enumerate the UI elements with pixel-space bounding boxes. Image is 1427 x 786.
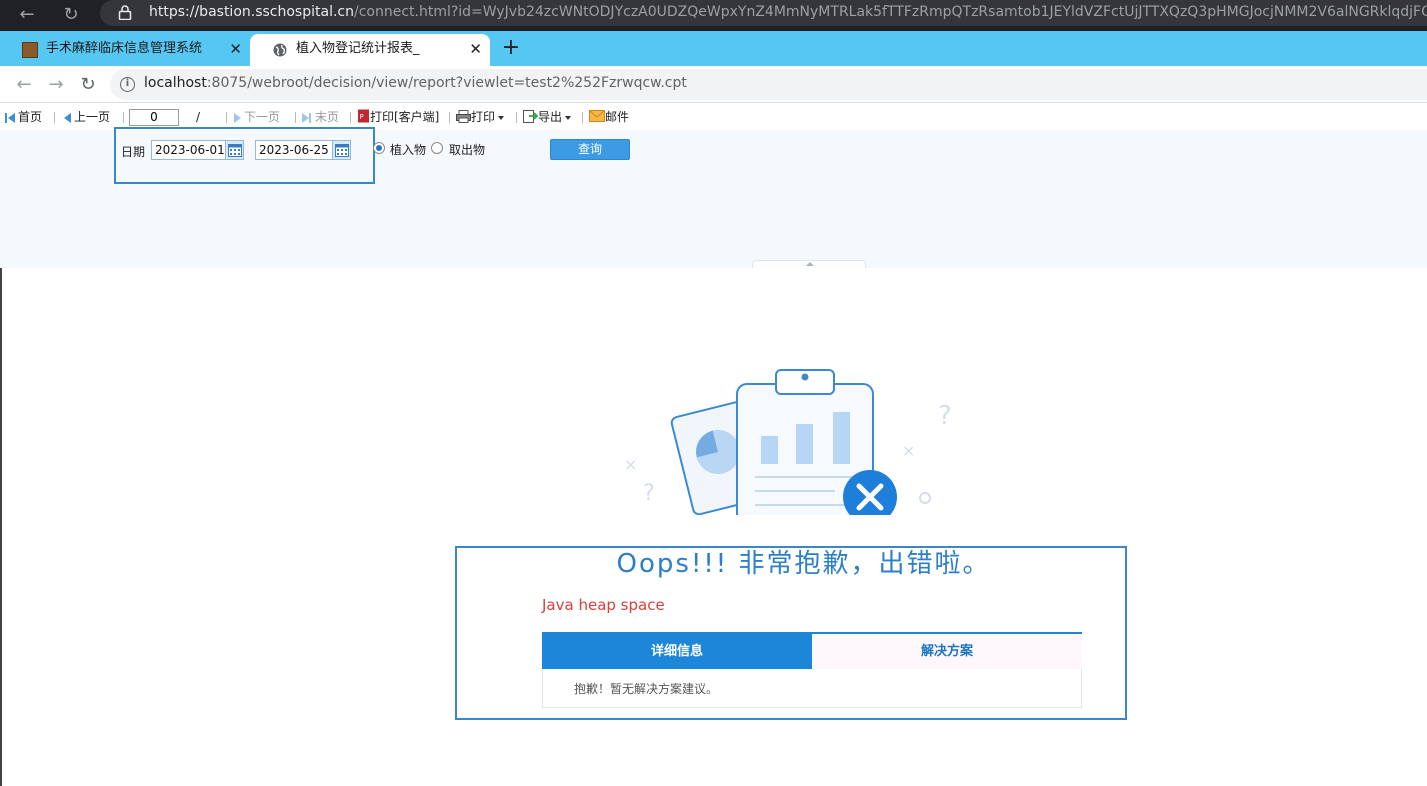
print-button[interactable]: 打印 bbox=[456, 109, 505, 125]
end-date-input[interactable]: 2023-06-25 bbox=[255, 140, 333, 160]
tab-close-icon[interactable]: ✕ bbox=[229, 34, 242, 64]
error-tabs: 详细信息 解决方案 bbox=[542, 632, 1082, 669]
mail-button[interactable]: 邮件 bbox=[589, 109, 629, 125]
calendar-icon bbox=[335, 144, 349, 157]
toolbar-divider bbox=[449, 112, 450, 123]
outer-back-icon[interactable]: ← bbox=[14, 2, 40, 28]
lock-icon bbox=[118, 5, 132, 20]
last-page-icon bbox=[302, 112, 309, 123]
radio-remove-label: 取出物 bbox=[449, 143, 486, 157]
chevron-down-icon bbox=[498, 115, 505, 120]
page-total-separator: / bbox=[196, 110, 201, 124]
toolbar-divider bbox=[516, 112, 517, 123]
radio-implant[interactable] bbox=[373, 142, 385, 154]
toolbar-divider bbox=[123, 112, 124, 123]
tab-close-icon[interactable]: ✕ bbox=[469, 34, 482, 64]
first-page-button[interactable]: 首页 bbox=[5, 109, 42, 125]
toolbar-divider bbox=[350, 112, 351, 123]
next-page-icon bbox=[234, 112, 241, 123]
tab-strip: 手术麻醉临床信息管理系统 ✕ 植入物登记统计报表_ ✕ bbox=[0, 31, 1427, 66]
toolbar-divider bbox=[54, 112, 55, 123]
toolbar-divider bbox=[226, 112, 227, 123]
export-button[interactable]: 导出 bbox=[523, 109, 572, 125]
start-date-calendar-button[interactable] bbox=[225, 140, 244, 160]
prev-page-icon bbox=[64, 112, 71, 123]
pdf-print-icon: P bbox=[358, 109, 369, 123]
outer-browser-bar: ← ↻ https://bastion.sschospital.cn/conne… bbox=[0, 0, 1427, 31]
radio-implant-label: 植入物 bbox=[390, 143, 427, 157]
date-label: 日期 bbox=[121, 145, 146, 159]
svg-text:P: P bbox=[360, 113, 364, 121]
globe-icon bbox=[273, 43, 287, 57]
outer-url-text: https://bastion.sschospital.cn/connect.h… bbox=[149, 4, 1427, 20]
query-button[interactable]: 查询 bbox=[550, 139, 630, 160]
back-arrow-icon[interactable]: ← bbox=[11, 72, 37, 98]
collapse-panel-handle[interactable] bbox=[752, 260, 866, 268]
url-field[interactable]: i localhost:8075/webroot/decision/view/r… bbox=[110, 69, 1427, 100]
tab-solution[interactable]: 解决方案 bbox=[812, 634, 1082, 669]
error-title: Oops!!! 非常抱歉，出错啦。 bbox=[616, 549, 991, 579]
printer-icon bbox=[456, 110, 471, 123]
tab-details[interactable]: 详细信息 bbox=[542, 634, 812, 669]
last-page-button[interactable]: 末页 bbox=[302, 109, 339, 125]
svg-text:×: × bbox=[624, 455, 637, 474]
calendar-icon bbox=[228, 144, 242, 157]
start-date-input[interactable]: 2023-06-01 bbox=[151, 140, 226, 160]
app-favicon-icon bbox=[22, 42, 38, 58]
mail-icon bbox=[589, 110, 605, 122]
next-page-button[interactable]: 下一页 bbox=[234, 109, 280, 125]
prev-page-button[interactable]: 上一页 bbox=[64, 109, 110, 125]
end-date-calendar-button[interactable] bbox=[332, 140, 351, 160]
illustration-baseline bbox=[0, 515, 1427, 525]
error-detail-panel: 抱歉！暂无解决方案建议。 bbox=[542, 669, 1082, 708]
site-info-icon[interactable]: i bbox=[120, 77, 135, 92]
window-left-edge bbox=[0, 268, 2, 786]
outer-url-field[interactable]: https://bastion.sschospital.cn/connect.h… bbox=[100, 0, 1427, 26]
error-detail-text: 抱歉！暂无解决方案建议。 bbox=[574, 682, 719, 696]
tab-anesthesia-system[interactable]: 手术麻醉临床信息管理系统 ✕ bbox=[0, 34, 250, 66]
toolbar-divider bbox=[295, 112, 296, 123]
tab-implant-report[interactable]: 植入物登记统计报表_ ✕ bbox=[250, 34, 490, 66]
reload-icon[interactable]: ↻ bbox=[75, 72, 101, 98]
tab-label: 植入物登记统计报表_ bbox=[296, 41, 420, 56]
svg-text:×: × bbox=[902, 441, 915, 460]
error-illustration: ? ? × × bbox=[480, 369, 1140, 522]
new-tab-button[interactable]: + bbox=[500, 34, 522, 62]
svg-text:?: ? bbox=[938, 401, 952, 431]
address-bar: ← → ↻ i localhost:8075/webroot/decision/… bbox=[0, 66, 1427, 103]
page-number-input[interactable]: 0 bbox=[129, 109, 179, 126]
tab-label: 手术麻醉临床信息管理系统 bbox=[46, 41, 203, 56]
first-page-icon bbox=[5, 112, 7, 123]
radio-remove[interactable] bbox=[431, 142, 443, 154]
toolbar-divider bbox=[582, 112, 583, 123]
svg-text:?: ? bbox=[643, 481, 655, 506]
print-client-button[interactable]: P 打印[客户端] bbox=[357, 109, 439, 125]
error-message: Java heap space bbox=[542, 596, 665, 614]
url-text: localhost:8075/webroot/decision/view/rep… bbox=[144, 75, 687, 91]
chevron-down-icon bbox=[565, 115, 572, 120]
forward-arrow-icon[interactable]: → bbox=[43, 72, 69, 98]
export-icon bbox=[523, 110, 539, 123]
outer-reload-icon[interactable]: ↻ bbox=[58, 2, 84, 28]
